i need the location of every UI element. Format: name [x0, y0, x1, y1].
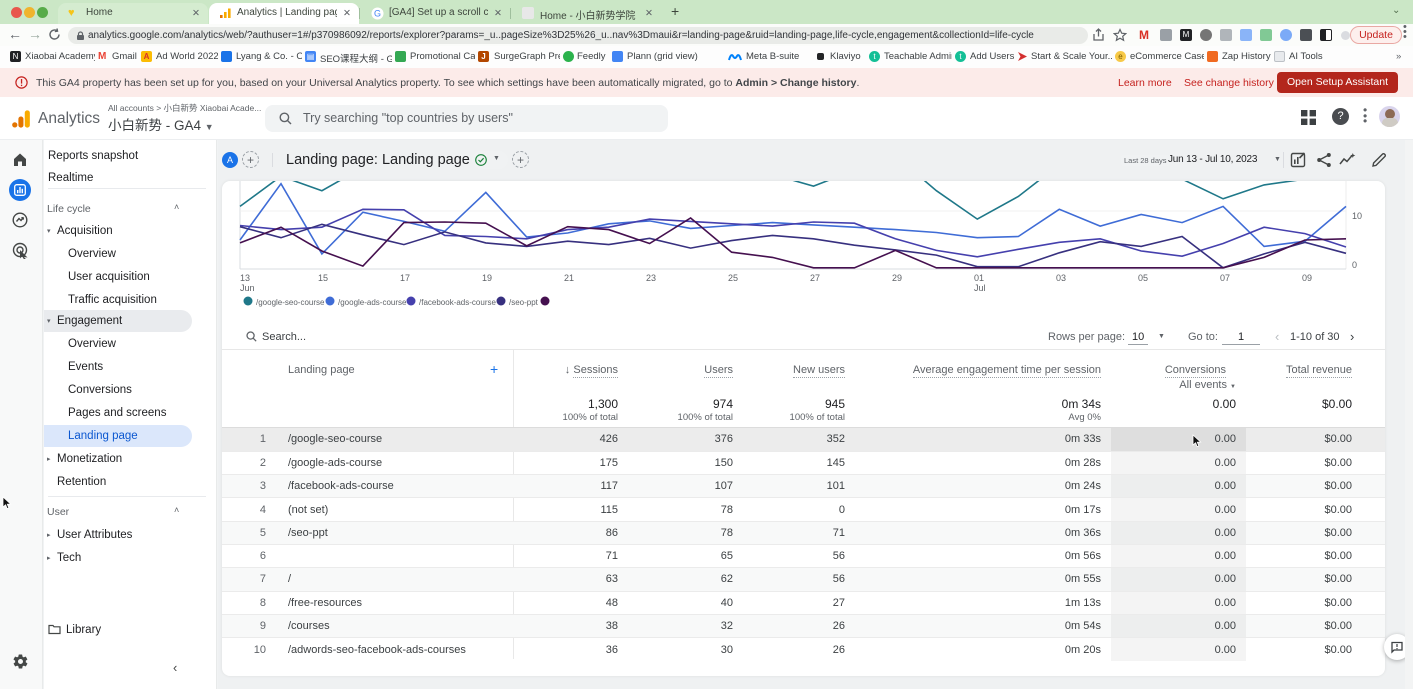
svg-text:/google-seo-course: /google-seo-course	[256, 298, 325, 307]
svg-text:10: 10	[1352, 211, 1362, 221]
svg-text:19: 19	[482, 273, 492, 283]
svg-text:21: 21	[564, 273, 574, 283]
svg-text:03: 03	[1056, 273, 1066, 283]
svg-text:/facebook-ads-course: /facebook-ads-course	[419, 298, 496, 307]
svg-text:13: 13	[240, 273, 250, 283]
svg-text:Jun: Jun	[240, 283, 255, 293]
svg-text:07: 07	[1220, 273, 1230, 283]
svg-text:05: 05	[1138, 273, 1148, 283]
svg-text:27: 27	[810, 273, 820, 283]
svg-text:G: G	[374, 9, 381, 19]
svg-text:17: 17	[400, 273, 410, 283]
svg-text:29: 29	[892, 273, 902, 283]
svg-text:23: 23	[646, 273, 656, 283]
svg-text:/google-ads-course: /google-ads-course	[338, 298, 407, 307]
svg-text:09: 09	[1302, 273, 1312, 283]
svg-text:/seo-ppt: /seo-ppt	[509, 298, 539, 307]
svg-text:01: 01	[974, 273, 984, 283]
svg-text:25: 25	[728, 273, 738, 283]
svg-text:15: 15	[318, 273, 328, 283]
svg-text:Jul: Jul	[974, 283, 986, 293]
svg-text:0: 0	[1352, 260, 1357, 270]
